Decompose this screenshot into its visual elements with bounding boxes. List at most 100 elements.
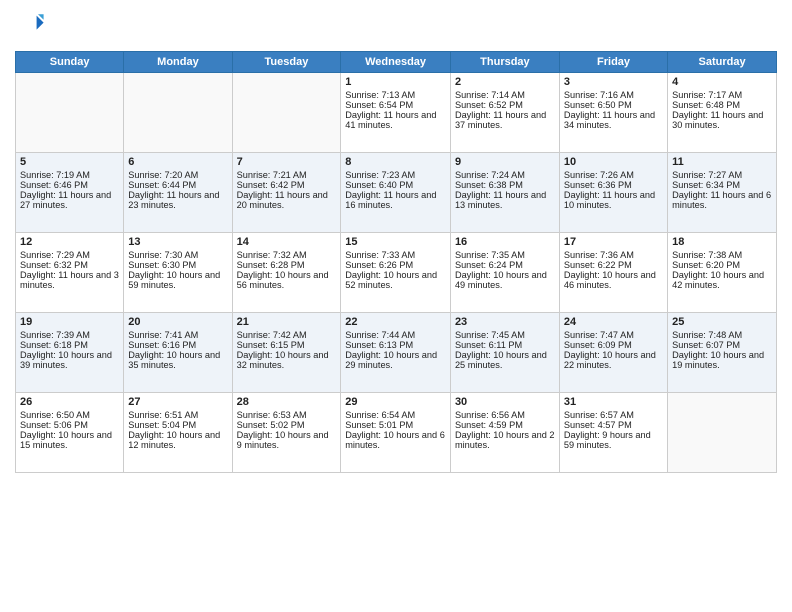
calendar-cell: 22Sunrise: 7:44 AMSunset: 6:13 PMDayligh…	[341, 313, 451, 393]
day-info: Sunrise: 7:20 AM	[128, 170, 227, 180]
calendar-cell: 9Sunrise: 7:24 AMSunset: 6:38 PMDaylight…	[450, 153, 559, 233]
day-info: Sunrise: 6:51 AM	[128, 410, 227, 420]
day-number: 5	[20, 156, 119, 168]
calendar-cell	[16, 73, 124, 153]
day-info: Sunset: 6:09 PM	[564, 340, 663, 350]
day-info: Sunrise: 7:30 AM	[128, 250, 227, 260]
week-row-3: 12Sunrise: 7:29 AMSunset: 6:32 PMDayligh…	[16, 233, 777, 313]
weekday-header-saturday: Saturday	[668, 52, 777, 73]
day-info: Sunrise: 7:24 AM	[455, 170, 555, 180]
calendar-cell: 14 Sunrise: 7:32 AMSunset: 6:28 PMDayligh…	[232, 233, 341, 313]
day-number: 21	[237, 316, 337, 328]
day-number: 22	[345, 316, 446, 328]
day-info: Daylight: 10 hours and 32 minutes.	[237, 350, 337, 370]
day-info: Daylight: 11 hours and 3 minutes.	[20, 270, 119, 290]
day-info: Sunset: 6:50 PM	[564, 100, 663, 110]
day-info: Sunset: 6:28 PM	[237, 260, 337, 270]
weekday-header-friday: Friday	[559, 52, 667, 73]
calendar-cell: 15Sunrise: 7:33 AMSunset: 6:26 PMDayligh…	[341, 233, 451, 313]
day-info: Daylight: 10 hours and 56 minutes.	[237, 270, 337, 290]
day-number: 17	[564, 236, 663, 248]
day-info: Sunset: 5:02 PM	[237, 420, 337, 430]
day-info: Sunset: 6:30 PM	[128, 260, 227, 270]
day-info: Sunrise: 7:27 AM	[672, 170, 772, 180]
calendar-cell: 18Sunrise: 7:38 AMSunset: 6:20 PMDayligh…	[668, 233, 777, 313]
day-info: Sunrise: 7:39 AM	[20, 330, 119, 340]
day-info: Daylight: 10 hours and 42 minutes.	[672, 270, 772, 290]
day-info: Daylight: 11 hours and 23 minutes.	[128, 190, 227, 210]
day-info: Daylight: 10 hours and 19 minutes.	[672, 350, 772, 370]
day-number: 10	[564, 156, 663, 168]
calendar-cell: 12Sunrise: 7:29 AMSunset: 6:32 PMDayligh…	[16, 233, 124, 313]
day-info: Sunset: 6:44 PM	[128, 180, 227, 190]
day-info: Sunset: 6:32 PM	[20, 260, 119, 270]
day-info: Sunrise: 7:26 AM	[564, 170, 663, 180]
day-info: Sunset: 6:15 PM	[237, 340, 337, 350]
day-number: 13	[128, 236, 227, 248]
day-info: Sunset: 4:59 PM	[455, 420, 555, 430]
day-info: Sunset: 6:40 PM	[345, 180, 446, 190]
calendar-cell: 8Sunrise: 7:23 AMSunset: 6:40 PMDaylight…	[341, 153, 451, 233]
calendar-cell: 24Sunrise: 7:47 AMSunset: 6:09 PMDayligh…	[559, 313, 667, 393]
day-info: Sunrise: 7:45 AM	[455, 330, 555, 340]
day-info: Daylight: 10 hours and 39 minutes.	[20, 350, 119, 370]
day-info: Sunset: 6:52 PM	[455, 100, 555, 110]
day-info: Sunrise: 6:50 AM	[20, 410, 119, 420]
day-info: Daylight: 11 hours and 34 minutes.	[564, 110, 663, 130]
day-info: Sunset: 4:57 PM	[564, 420, 663, 430]
day-number: 28	[237, 396, 337, 408]
day-info: Sunset: 5:06 PM	[20, 420, 119, 430]
day-info: Sunset: 6:54 PM	[345, 100, 446, 110]
day-info: Sunset: 6:07 PM	[672, 340, 772, 350]
day-number: 1	[345, 76, 446, 88]
day-info: Daylight: 11 hours and 27 minutes.	[20, 190, 119, 210]
day-info: Sunset: 6:36 PM	[564, 180, 663, 190]
weekday-header-sunday: Sunday	[16, 52, 124, 73]
calendar-cell	[668, 393, 777, 473]
day-info: Sunrise: 7:36 AM	[564, 250, 663, 260]
logo-icon	[17, 10, 45, 38]
week-row-2: 5Sunrise: 7:19 AMSunset: 6:46 PMDaylight…	[16, 153, 777, 233]
day-info: Daylight: 11 hours and 30 minutes.	[672, 110, 772, 130]
day-info: Sunrise: 7:44 AM	[345, 330, 446, 340]
day-info: Sunrise: 7:47 AM	[564, 330, 663, 340]
weekday-header-monday: Monday	[124, 52, 232, 73]
calendar-cell	[124, 73, 232, 153]
day-number: 26	[20, 396, 119, 408]
calendar-cell: 30Sunrise: 6:56 AMSunset: 4:59 PMDayligh…	[450, 393, 559, 473]
day-info: Sunrise: 7:32 AM	[237, 250, 337, 260]
day-number: 24	[564, 316, 663, 328]
week-row-1: 1 Sunrise: 7:13 AMSunset: 6:54 PM Daylight…	[16, 73, 777, 153]
day-number: 29	[345, 396, 446, 408]
day-number: 18	[672, 236, 772, 248]
day-info: Sunset: 6:13 PM	[345, 340, 446, 350]
day-info: Daylight: 10 hours and 25 minutes.	[455, 350, 555, 370]
day-info: Sunset: 6:22 PM	[564, 260, 663, 270]
day-info: Sunrise: 7:38 AM	[672, 250, 772, 260]
day-info: Daylight: 10 hours and 9 minutes.	[237, 430, 337, 450]
day-info: Sunset: 6:46 PM	[20, 180, 119, 190]
day-info: Sunrise: 6:54 AM	[345, 410, 446, 420]
day-info: Sunset: 6:38 PM	[455, 180, 555, 190]
day-info: Daylight: 10 hours and 49 minutes.	[455, 270, 555, 290]
calendar-cell: 25Sunrise: 7:48 AMSunset: 6:07 PMDayligh…	[668, 313, 777, 393]
day-info: Sunrise: 7:13 AM	[345, 90, 446, 100]
calendar-cell: 27Sunrise: 6:51 AMSunset: 5:04 PMDayligh…	[124, 393, 232, 473]
day-info: Sunset: 5:01 PM	[345, 420, 446, 430]
day-info: Sunset: 6:16 PM	[128, 340, 227, 350]
day-number: 20	[128, 316, 227, 328]
weekday-header-tuesday: Tuesday	[232, 52, 341, 73]
day-info: Sunrise: 6:56 AM	[455, 410, 555, 420]
weekday-header-row: SundayMondayTuesdayWednesdayThursdayFrid…	[16, 52, 777, 73]
day-number: 15	[345, 236, 446, 248]
header	[15, 10, 777, 43]
day-info: Daylight: 10 hours and 6 minutes.	[345, 430, 446, 450]
day-number: 14	[237, 236, 337, 248]
day-info: Sunrise: 7:23 AM	[345, 170, 446, 180]
day-number: 6	[128, 156, 227, 168]
calendar-cell: 4Sunrise: 7:17 AMSunset: 6:48 PMDaylight…	[668, 73, 777, 153]
day-number: 7	[237, 156, 337, 168]
day-info: Sunrise: 6:53 AM	[237, 410, 337, 420]
weekday-header-thursday: Thursday	[450, 52, 559, 73]
day-number: 2	[455, 76, 555, 88]
